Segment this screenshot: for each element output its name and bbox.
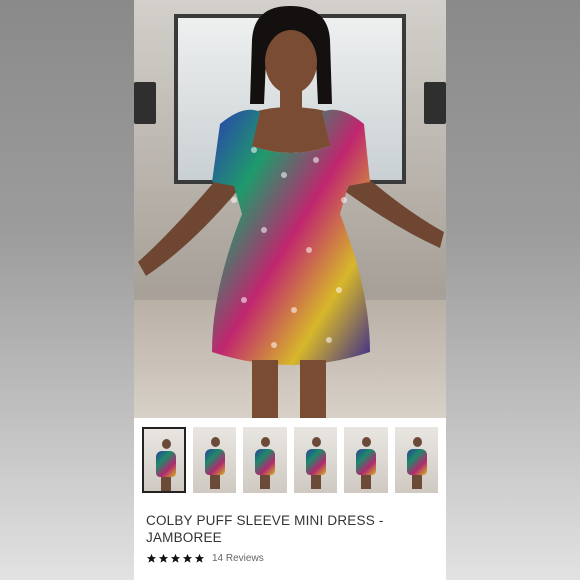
star-icon [182,553,193,563]
thumbnail-strip [142,427,439,493]
thumbnail-4[interactable] [293,427,338,493]
star-icon [146,553,157,563]
rating-row[interactable]: 14 Reviews [146,553,264,564]
thumbnail-2[interactable] [192,427,237,493]
star-rating [146,553,205,564]
star-icon [158,553,169,563]
thumbnail-5[interactable] [344,427,388,493]
thumbnail-3[interactable] [243,427,287,493]
product-card: COLBY PUFF SLEEVE MINI DRESS - JAMBOREE … [134,0,446,580]
thumbnail-6[interactable] [394,427,439,493]
product-title: COLBY PUFF SLEEVE MINI DRESS - JAMBOREE [146,513,384,545]
background-blur-left [0,0,134,580]
model-figure [138,6,444,418]
star-icon [194,553,205,563]
background-blur-right [446,0,580,580]
product-main-image[interactable] [134,0,446,418]
reviews-count-link[interactable]: 14 Reviews [212,553,264,564]
thumbnail-1[interactable] [142,427,186,493]
star-icon [170,553,181,563]
